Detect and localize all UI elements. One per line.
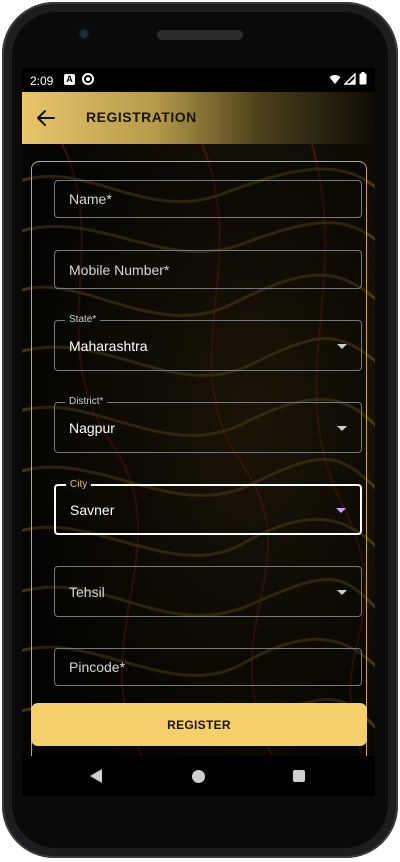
chevron-down-icon [337, 426, 347, 431]
screen: 2:09 A REGISTRATION Name* Mobile Number*… [22, 68, 375, 756]
name-field[interactable]: Name* [54, 180, 362, 218]
chevron-down-icon [337, 344, 347, 349]
district-label: District* [65, 396, 108, 407]
system-nav-bar [22, 756, 375, 796]
wifi-icon [329, 74, 341, 84]
district-select[interactable]: District* Nagpur [54, 396, 362, 453]
chevron-down-icon [337, 590, 347, 595]
status-icons [329, 72, 367, 85]
pincode-field[interactable]: Pincode* [54, 648, 362, 686]
home-circle-icon[interactable] [192, 770, 205, 783]
a-notification-icon: A [64, 74, 75, 85]
tehsil-placeholder: Tehsil [69, 584, 105, 600]
front-camera [78, 28, 90, 40]
recents-square-icon[interactable] [293, 770, 305, 782]
battery-icon [359, 72, 367, 85]
mobile-placeholder: Mobile Number* [69, 262, 170, 278]
name-placeholder: Name* [69, 191, 112, 207]
district-value: Nagpur [69, 420, 115, 436]
app-bar: REGISTRATION [22, 92, 375, 144]
state-label: State* [65, 314, 101, 325]
state-value: Maharashtra [69, 338, 148, 354]
status-time: 2:09 [30, 74, 54, 88]
registration-form-card: Name* Mobile Number* State* Maharashtra … [31, 161, 367, 756]
back-triangle-icon[interactable] [90, 769, 102, 783]
at-sign-icon [82, 73, 94, 85]
city-select[interactable]: City Savner [54, 479, 362, 535]
state-select[interactable]: State* Maharashtra [54, 314, 362, 371]
register-button[interactable]: REGISTER [31, 703, 367, 746]
pincode-placeholder: Pincode* [69, 659, 126, 675]
chevron-down-icon [336, 508, 346, 513]
page-title: REGISTRATION [86, 109, 197, 125]
arrow-left-icon[interactable] [34, 106, 58, 130]
signal-icon [344, 72, 356, 85]
tehsil-select[interactable]: Tehsil [54, 566, 362, 617]
earpiece-speaker [157, 30, 243, 40]
mobile-number-field[interactable]: Mobile Number* [54, 250, 362, 289]
status-bar: 2:09 A [22, 68, 375, 92]
city-label: City [66, 479, 92, 490]
city-value: Savner [70, 502, 115, 518]
